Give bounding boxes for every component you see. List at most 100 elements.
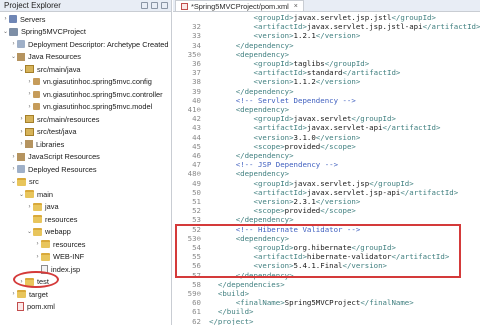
code-tag: </artifactId> xyxy=(382,123,441,133)
folder-icon xyxy=(33,215,42,223)
code-line: 46 </dependency> xyxy=(173,151,480,160)
chevron-right-icon[interactable]: › xyxy=(10,41,17,47)
code-text: <finalName>Spring5MVCProject</finalName> xyxy=(209,298,414,307)
chevron-right-icon[interactable]: › xyxy=(26,104,33,110)
chevron-right-icon[interactable]: › xyxy=(10,154,17,160)
view-menu-icon[interactable] xyxy=(161,2,168,9)
chevron-right-icon[interactable]: › xyxy=(26,79,33,85)
tree-item[interactable]: ⌄ src xyxy=(0,176,171,188)
tree-item[interactable]: › target xyxy=(0,288,171,300)
code-tag: </groupId> xyxy=(324,59,370,68)
line-number: 36 xyxy=(192,59,201,68)
code-text: </project> xyxy=(209,317,254,325)
tree-item-label: src/main/resources xyxy=(37,114,100,124)
code-tag: </scope> xyxy=(320,141,356,151)
code-tag: <artifactId> xyxy=(209,187,307,197)
code-tag: <groupId> xyxy=(209,13,294,22)
code-text: <dependency> xyxy=(209,50,289,59)
code-value: javax.servlet xyxy=(293,114,352,124)
code-text: </dependency> xyxy=(209,41,294,50)
chevron-down-icon[interactable]: ⌄ xyxy=(10,53,17,60)
package-icon xyxy=(33,78,40,85)
tree-item[interactable]: ⌄ src/main/java xyxy=(0,63,171,75)
code-tag: </dependency> xyxy=(209,40,294,50)
code-tag: <version> xyxy=(209,31,294,41)
tree-item[interactable]: › Deployed Resources xyxy=(0,163,171,175)
line-number: 48⊖ xyxy=(187,169,201,179)
chevron-down-icon[interactable]: ⌄ xyxy=(18,191,25,198)
chevron-right-icon[interactable]: › xyxy=(10,166,17,172)
code-tag: </build> xyxy=(209,307,254,317)
code-line: 51 <version>2.3.1</version> xyxy=(173,197,480,206)
line-number: 61 xyxy=(192,307,201,317)
code-line: 60 <finalName>Spring5MVCProject</finalNa… xyxy=(173,298,480,307)
code-line: 36 <groupId>taglibs</groupId> xyxy=(173,59,480,68)
tree-item[interactable]: ⌄ Spring5MVCProject xyxy=(0,26,171,38)
code-line: 39 </dependency> xyxy=(173,87,480,96)
source-folder-icon xyxy=(25,115,34,123)
code-text: <groupId>javax.servlet</groupId> xyxy=(209,114,395,124)
chevron-right-icon[interactable]: › xyxy=(26,204,33,210)
code-line: 50 <artifactId>javax.servlet.jsp-api</ar… xyxy=(173,188,480,197)
tree-item[interactable]: resources xyxy=(0,213,171,225)
code-tag: </groupId> xyxy=(369,178,414,188)
code-text: <artifactId>standard</artifactId> xyxy=(209,68,400,77)
editor-tab-pom-xml[interactable]: *Spring5MVCProject/pom.xml × xyxy=(175,0,304,11)
tree-item[interactable]: › WEB-INF xyxy=(0,251,171,263)
chevron-down-icon[interactable]: ⌄ xyxy=(2,28,9,35)
tree-item[interactable]: › resources xyxy=(0,238,171,250)
tree-item[interactable]: › vn.giasutinhoc.spring5mvc.model xyxy=(0,101,171,113)
tree-item[interactable]: › vn.giasutinhoc.spring5mvc.config xyxy=(0,76,171,88)
code-text: <artifactId>javax.servlet.jsp.jstl-api</… xyxy=(209,22,480,31)
libraries-icon xyxy=(25,140,33,148)
pom-xml-highlight-circle xyxy=(13,271,59,288)
tree-item[interactable]: › java xyxy=(0,201,171,213)
code-line: 58 </dependencies> xyxy=(173,280,480,289)
code-line: 32 <artifactId>javax.servlet.jsp.jstl-ap… xyxy=(173,22,480,31)
code-tag: </groupId> xyxy=(391,13,436,22)
editor-area: *Spring5MVCProject/pom.xml × <groupId>ja… xyxy=(173,0,480,325)
tree-item[interactable]: › Deployment Descriptor: Archetype Create… xyxy=(0,38,171,50)
chevron-right-icon[interactable]: › xyxy=(10,291,17,297)
chevron-down-icon[interactable]: ⌄ xyxy=(10,178,17,185)
chevron-right-icon[interactable]: › xyxy=(18,141,25,147)
tree-item[interactable]: › vn.giasutinhoc.spring5mvc.controller xyxy=(0,88,171,100)
chevron-right-icon[interactable]: › xyxy=(26,91,33,97)
tree-item[interactable]: pom.xml xyxy=(0,301,171,313)
tree-item[interactable]: › src/main/resources xyxy=(0,113,171,125)
tree-item[interactable]: › Libraries xyxy=(0,138,171,150)
tree-item[interactable]: ⌄ webapp xyxy=(0,226,171,238)
code-tag: </version> xyxy=(315,197,361,206)
tree-item-label: vn.giasutinhoc.spring5mvc.controller xyxy=(43,89,163,99)
folder-icon xyxy=(25,190,34,198)
tree-item[interactable]: › src/test/java xyxy=(0,126,171,138)
line-number: 33 xyxy=(192,31,201,41)
line-number: 51 xyxy=(192,197,201,206)
chevron-right-icon[interactable]: › xyxy=(18,129,25,135)
chevron-down-icon[interactable]: ⌄ xyxy=(26,228,33,235)
chevron-right-icon[interactable]: › xyxy=(34,254,41,260)
code-text: <version>1.2.1</version> xyxy=(209,31,360,40)
tree-item-label: src/main/java xyxy=(37,64,81,74)
link-with-editor-icon[interactable] xyxy=(151,2,158,9)
hibernate-dependency-highlight-box xyxy=(175,224,461,278)
chevron-right-icon[interactable]: › xyxy=(34,241,41,247)
close-icon[interactable]: × xyxy=(294,3,298,10)
code-line: 61 </build> xyxy=(173,307,480,316)
code-text: <!-- JSP Dependency --> xyxy=(209,160,338,169)
tree-item-label: vn.giasutinhoc.spring5mvc.model xyxy=(43,102,153,111)
tree-item[interactable]: ⌄ Java Resources xyxy=(0,51,171,63)
code-line: 59⊖ <build> xyxy=(173,289,480,298)
collapse-all-icon[interactable] xyxy=(141,2,148,9)
code-tag: <groupId> xyxy=(209,59,294,68)
code-value: provided xyxy=(284,141,321,151)
tree-item[interactable]: › JavaScript Resources xyxy=(0,151,171,163)
tree-item[interactable]: ⌄ main xyxy=(0,188,171,200)
code-tag: </artifactId> xyxy=(422,22,480,32)
chevron-right-icon[interactable]: › xyxy=(2,16,9,22)
chevron-right-icon[interactable]: › xyxy=(18,116,25,122)
code-line: <groupId>javax.servlet.jsp.jstl</groupId… xyxy=(173,13,480,22)
chevron-down-icon[interactable]: ⌄ xyxy=(18,66,25,73)
tree-item[interactable]: › Servers xyxy=(0,13,171,25)
source-folder-icon xyxy=(25,127,34,136)
